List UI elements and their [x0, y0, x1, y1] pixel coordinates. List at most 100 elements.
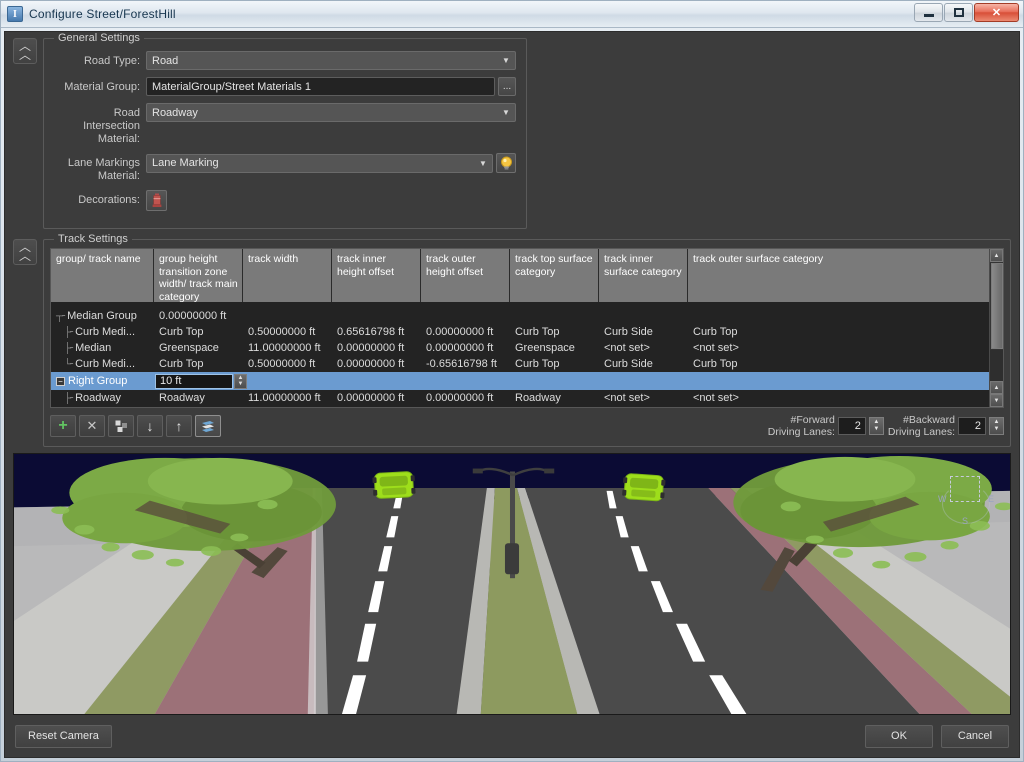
scroll-down-button[interactable]: ▼	[990, 394, 1003, 407]
group-height-value[interactable]: 10 ft	[155, 373, 233, 389]
reset-camera-button[interactable]: Reset Camera	[15, 724, 112, 748]
table-row-selected[interactable]: − Right Group 10 ft ▲ ▼	[51, 372, 1003, 390]
cancel-button[interactable]: Cancel	[941, 724, 1009, 748]
lane-markings-material-combo[interactable]: Lane Marking ▼	[146, 153, 493, 173]
table-row[interactable]: ├╴ Curb Medi... Curb Top 0.50000000 ft 0…	[51, 324, 1003, 340]
table-row[interactable]: ├╴ Median Greenspace 11.00000000 ft 0.00…	[51, 340, 1003, 356]
track-settings-section: ︿ ︿ Track Settings group/ track name grou…	[5, 229, 1019, 447]
duplicate-icon	[115, 420, 127, 432]
table-row[interactable]: ├╴ Roadway Roadway 11.00000000 ft 0.0000…	[51, 390, 1003, 406]
row-outer-height: 0.00000000 ft	[426, 342, 494, 354]
road-intersection-material-row: Road Intersection Material: Roadway ▼	[54, 103, 516, 146]
scroll-down-button-upper[interactable]: ▲	[990, 381, 1003, 394]
collapse-group-icon[interactable]: −	[56, 376, 65, 386]
ellipsis-icon: ...	[502, 81, 512, 92]
dialog-body: ︿ ︿ General Settings Road Type: Road ▼ Ma…	[4, 31, 1020, 758]
row-top-surface: Curb Top	[515, 326, 560, 338]
row-inner-surface: Curb Side	[604, 326, 653, 338]
track-table-scrollbar[interactable]: ▲ ▲ ▼	[989, 249, 1003, 407]
row-name: Median Group	[67, 310, 137, 322]
scroll-up-button[interactable]: ▲	[990, 249, 1003, 262]
table-row[interactable]: └╴ Curb Medi... Curb Top 0.50000000 ft 0…	[51, 356, 1003, 372]
ok-button[interactable]: OK	[865, 724, 933, 748]
lane-markings-preview-button[interactable]	[496, 153, 516, 173]
stepper-down-icon[interactable]: ▼	[994, 426, 1000, 433]
row-outer-height: 0.00000000 ft	[426, 392, 494, 404]
caret-up-icon: ▲	[993, 252, 1000, 259]
dialog-footer: Reset Camera OK Cancel	[5, 715, 1019, 757]
backward-lanes-input[interactable]: 2	[958, 417, 986, 435]
row-track-width: 0.50000000 ft	[248, 326, 316, 338]
road-intersection-material-combo[interactable]: Roadway ▼	[146, 103, 516, 122]
backward-lanes-label: #Backward Driving Lanes:	[888, 414, 955, 438]
chevron-up-double-icon: ︿ ︿	[18, 39, 31, 62]
row-top-surface: Roadway	[515, 392, 561, 404]
3d-street-preview[interactable]: W E S	[13, 453, 1011, 715]
road-type-row: Road Type: Road ▼	[54, 51, 516, 70]
compass-west-label: W	[938, 494, 947, 504]
view-compass[interactable]: W E S	[938, 470, 994, 526]
forward-lanes-input[interactable]: 2	[837, 417, 866, 435]
delete-track-button[interactable]: ✕	[79, 415, 105, 437]
stepper-up-icon[interactable]: ▲	[873, 419, 879, 426]
forward-lanes-label: #Forward Driving Lanes:	[768, 414, 835, 438]
lane-markings-material-value: Lane Marking	[152, 157, 219, 169]
table-row[interactable]: ┬╴ Median Group 0.00000000 ft	[51, 308, 1003, 324]
move-up-button[interactable]: ↑	[166, 415, 192, 437]
row-inner-height: 0.00000000 ft	[337, 358, 405, 370]
backward-lanes-stepper[interactable]: ▲ ▼	[989, 417, 1004, 435]
row-outer-surface: <not set>	[693, 342, 739, 354]
backward-lanes-label-line2: Driving Lanes:	[887, 426, 955, 438]
backward-lanes-label-line1: #Backward	[903, 414, 955, 426]
plus-icon: +	[58, 417, 68, 434]
column-header-inner-height-offset[interactable]: track inner height offset	[332, 249, 421, 302]
general-settings-section: ︿ ︿ General Settings Road Type: Road ▼ Ma…	[5, 32, 1019, 229]
road-type-combo[interactable]: Road ▼	[146, 51, 516, 70]
column-header-outer-height-offset[interactable]: track outer height offset	[421, 249, 510, 302]
row-outer-surface: <not set>	[693, 392, 739, 404]
mirror-tracks-button[interactable]	[195, 415, 221, 437]
collapse-track-settings-button[interactable]: ︿ ︿	[13, 239, 37, 265]
column-header-outer-surface-category[interactable]: track outer surface category	[688, 249, 1003, 302]
forward-lanes-stepper[interactable]: ▲ ▼	[868, 417, 884, 435]
arrow-up-icon: ↑	[175, 418, 183, 434]
lane-markings-material-row: Lane Markings Material: Lane Marking ▼	[54, 153, 516, 183]
maximize-icon	[953, 8, 964, 17]
add-track-button[interactable]: +	[50, 415, 76, 437]
tree-branch-icon: └╴	[64, 358, 76, 370]
move-down-button[interactable]: ↓	[137, 415, 163, 437]
cross-icon: ✕	[86, 418, 98, 433]
view-cube-icon[interactable]	[950, 476, 980, 502]
group-height-editor[interactable]: 10 ft ▲ ▼	[155, 373, 261, 389]
column-header-track-name[interactable]: group/ track name	[51, 249, 154, 302]
material-group-browse-button[interactable]: ...	[498, 77, 516, 96]
stepper-down-icon[interactable]: ▼	[873, 426, 879, 433]
close-button[interactable]: ✕	[974, 3, 1019, 22]
column-header-top-surface-category[interactable]: track top surface category	[510, 249, 599, 302]
column-header-group-height[interactable]: group height transition zone width/ trac…	[154, 249, 243, 302]
table-row[interactable]: ├╴ Bikeway Bikeway 5.00000000 ft 0.00000…	[51, 406, 1003, 407]
scrollbar-thumb[interactable]	[990, 263, 1003, 349]
compass-south-label: S	[962, 516, 969, 526]
compass-east-label: E	[987, 494, 994, 504]
column-header-inner-surface-category[interactable]: track inner surface category	[599, 249, 688, 302]
material-group-input[interactable]: MaterialGroup/Street Materials 1	[146, 77, 495, 96]
forward-lanes-label-line1: #Forward	[790, 414, 835, 426]
collapse-general-settings-button[interactable]: ︿ ︿	[13, 38, 37, 64]
stepper-up-icon[interactable]: ▲	[994, 419, 1000, 426]
row-inner-height: 0.00000000 ft	[337, 392, 405, 404]
decorations-label: Decorations:	[78, 194, 140, 206]
maximize-button[interactable]	[944, 3, 973, 22]
material-group-value: MaterialGroup/Street Materials 1	[152, 80, 311, 93]
column-header-track-width[interactable]: track width	[243, 249, 332, 302]
decorations-button[interactable]	[146, 190, 167, 211]
row-name: Roadway	[75, 392, 121, 404]
duplicate-track-button[interactable]	[108, 415, 134, 437]
minimize-button[interactable]	[914, 3, 943, 22]
group-height-stepper[interactable]: ▲ ▼	[234, 373, 247, 389]
car-left	[372, 471, 416, 499]
scrollbar-track[interactable]	[990, 350, 1003, 381]
tree-branch-icon: ├╴	[64, 342, 76, 354]
row-track-width: 11.00000000 ft	[248, 392, 321, 404]
stepper-down-icon[interactable]: ▼	[238, 381, 244, 387]
